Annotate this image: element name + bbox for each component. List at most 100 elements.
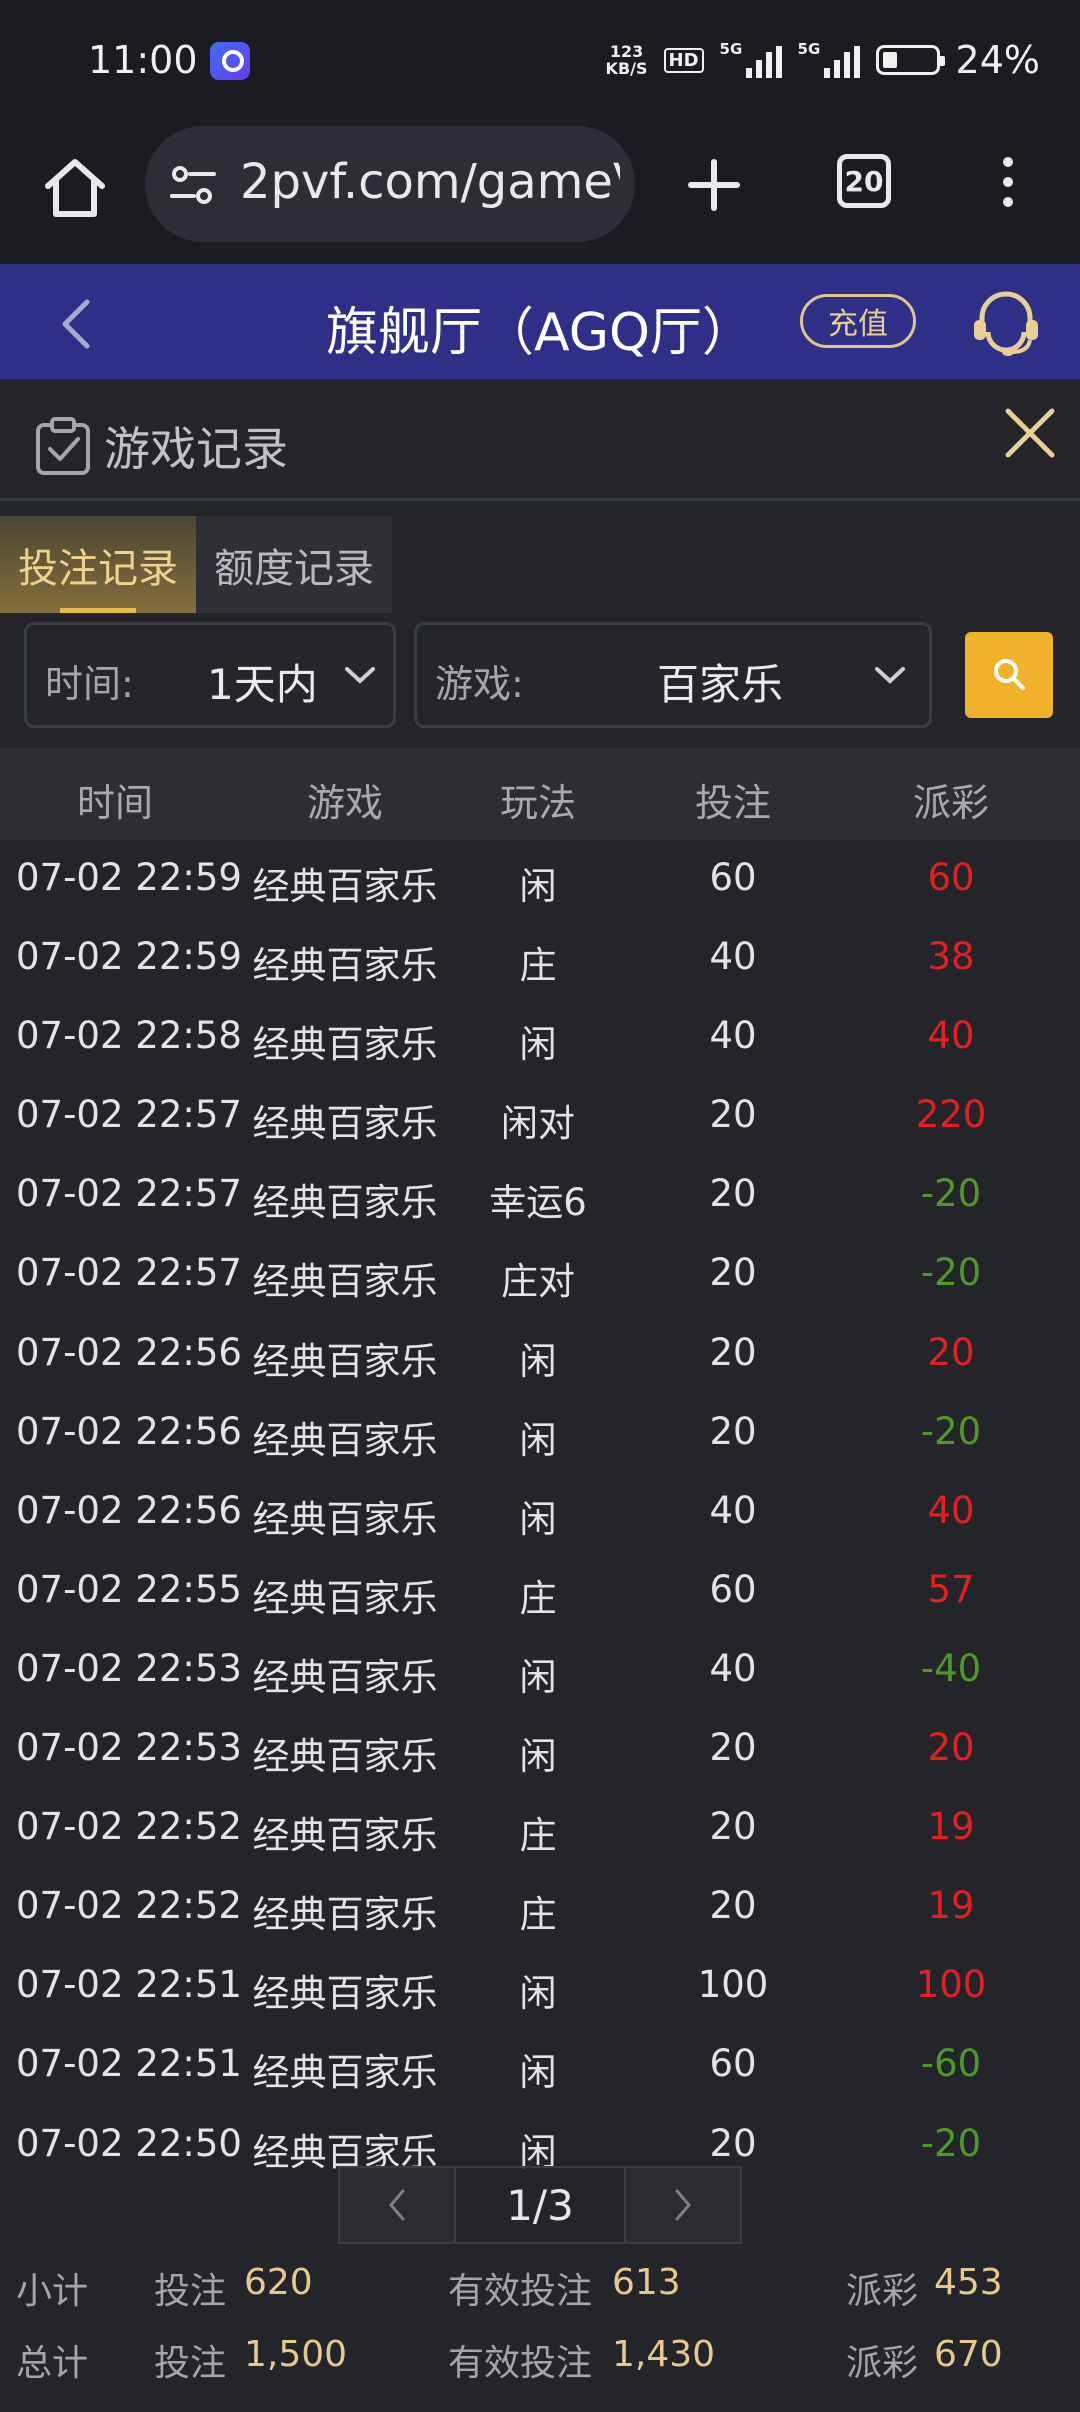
cell-bet: 20	[709, 1251, 757, 1295]
cell-game: 经典百家乐	[252, 1339, 438, 1383]
cell-game: 经典百家乐	[252, 1735, 438, 1779]
next-page-button[interactable]	[626, 2168, 740, 2242]
browser-toolbar: 2pvf.com/gameVi 20	[0, 124, 1080, 264]
cell-play: 闲	[519, 865, 557, 908]
recharge-button[interactable]: 充值	[800, 294, 916, 348]
game-filter-select[interactable]: 游戏: 百家乐	[414, 622, 932, 728]
total-valid-bet: 1,430	[612, 2334, 716, 2375]
table-row: 07-02 22:51 经典百家乐 闲 100 100	[0, 1947, 1080, 2026]
cell-play: 闲	[519, 1972, 557, 2016]
cell-game: 经典百家乐	[252, 1576, 438, 1620]
cell-time: 07-02 22:59	[16, 856, 242, 899]
cell-time: 07-02 22:57	[16, 1172, 242, 1216]
signal-icon: 5G	[720, 40, 782, 80]
cell-game: 经典百家乐	[252, 1102, 438, 1146]
cell-play: 闲	[519, 1655, 557, 1699]
cell-time: 07-02 22:59	[16, 935, 242, 979]
cell-time: 07-02 22:52	[16, 1884, 242, 1928]
more-menu-icon[interactable]	[996, 152, 1020, 212]
table-row: 07-02 22:56 经典百家乐 闲 20 -20	[0, 1394, 1080, 1473]
cell-play: 庄	[519, 1893, 557, 1937]
table-row: 07-02 22:55 经典百家乐 庄 60 57	[0, 1552, 1080, 1631]
cell-play: 闲	[519, 1418, 557, 1462]
cell-payout: 40	[927, 1488, 975, 1532]
cell-bet: 20	[709, 1093, 757, 1137]
cell-bet: 20	[709, 1330, 757, 1374]
subtotal-bet: 620	[244, 2262, 313, 2303]
chevron-down-icon	[875, 667, 905, 684]
tab-switcher-button[interactable]: 20	[837, 154, 891, 208]
cell-bet: 20	[709, 1726, 757, 1770]
chevron-left-icon	[389, 2189, 405, 2221]
cell-bet: 20	[709, 1884, 757, 1928]
cell-play: 庄对	[501, 1260, 575, 1304]
table-row: 07-02 22:59 经典百家乐 闲 60 60	[0, 840, 1080, 919]
cell-payout: -20	[920, 1251, 982, 1295]
panel-title: 游戏记录	[104, 422, 288, 476]
time-filter-value: 1天内	[207, 660, 318, 709]
cell-payout: 220	[915, 1093, 987, 1137]
site-settings-icon[interactable]	[168, 160, 218, 210]
cell-bet: 20	[709, 1172, 757, 1216]
total-payout: 670	[934, 2334, 1003, 2375]
close-icon[interactable]	[1000, 403, 1060, 463]
search-button[interactable]	[965, 632, 1053, 718]
table-row: 07-02 22:56 经典百家乐 闲 20 20	[0, 1315, 1080, 1394]
network-speed: 123 KB/S	[605, 42, 648, 78]
cell-game: 经典百家乐	[252, 1655, 438, 1699]
cell-play: 幸运6	[489, 1181, 587, 1225]
cell-play: 闲	[519, 1497, 557, 1541]
cell-payout: 19	[927, 1884, 975, 1928]
cell-game: 经典百家乐	[252, 1972, 438, 2016]
customer-service-icon[interactable]	[968, 286, 1044, 362]
table-row: 07-02 22:57 经典百家乐 幸运6 20 -20	[0, 1156, 1080, 1235]
cell-game: 经典百家乐	[252, 944, 438, 988]
tab-bet-records[interactable]: 投注记录	[0, 516, 196, 613]
cell-payout: 100	[915, 1963, 987, 2007]
prev-page-button[interactable]	[340, 2168, 454, 2242]
cell-game: 经典百家乐	[252, 1497, 438, 1541]
cell-bet: 40	[709, 1488, 757, 1532]
cell-game: 经典百家乐	[252, 1260, 438, 1304]
cell-payout: -20	[920, 1409, 982, 1453]
page-header: 旗舰厅（AGQ厅） 充值	[0, 264, 1080, 379]
status-time: 11:00	[88, 38, 198, 82]
cell-time: 07-02 22:51	[16, 2042, 242, 2086]
cell-game: 经典百家乐	[252, 1418, 438, 1462]
subtotal-payout: 453	[934, 2262, 1003, 2303]
cell-payout: 60	[927, 856, 975, 899]
table-row: 07-02 22:56 经典百家乐 闲 40 40	[0, 1473, 1080, 1552]
cell-time: 07-02 22:51	[16, 1963, 242, 2007]
table-row: 07-02 22:57 经典百家乐 庄对 20 -20	[0, 1235, 1080, 1314]
cell-play: 闲	[519, 2051, 557, 2095]
cell-play: 闲对	[501, 1102, 575, 1146]
table-row: 07-02 22:51 经典百家乐 闲 60 -60	[0, 2026, 1080, 2105]
app-notification-icon	[210, 42, 250, 80]
cell-bet: 40	[709, 935, 757, 979]
home-icon[interactable]	[40, 154, 110, 224]
cell-time: 07-02 22:55	[16, 1567, 242, 1611]
cell-play: 闲	[519, 1735, 557, 1779]
battery-percent: 24%	[955, 38, 1040, 82]
cell-payout: 57	[927, 1567, 975, 1611]
status-bar: 11:00 123 KB/S HD 5G 5G 24%	[0, 0, 1080, 124]
bet-records-table: 07-02 22:59 经典百家乐闲 60 60 07-02 22:59 经典百家乐庄 40…	[0, 840, 1080, 2185]
new-tab-icon[interactable]	[683, 154, 745, 216]
cell-time: 07-02 22:57	[16, 1251, 242, 1295]
table-row: 07-02 22:53 经典百家乐 闲 20 20	[0, 1710, 1080, 1789]
cell-bet: 40	[709, 1014, 757, 1058]
table-row: 07-02 22:57 经典百家乐 闲对 20 220	[0, 1077, 1080, 1156]
tab-credit-records[interactable]: 额度记录	[196, 516, 392, 613]
cell-bet: 60	[709, 856, 757, 899]
game-record-panel-header: 游戏记录	[0, 379, 1080, 501]
hd-voice-icon: HD	[663, 47, 704, 73]
cell-game: 经典百家乐	[252, 865, 438, 908]
cell-time: 07-02 22:50	[16, 2121, 242, 2165]
cell-time: 07-02 22:57	[16, 1093, 242, 1137]
table-row: 07-02 22:59 经典百家乐 庄 40 38	[0, 919, 1080, 998]
subtotal-valid-bet: 613	[612, 2262, 681, 2303]
url-text[interactable]: 2pvf.com/gameVi	[240, 154, 620, 210]
time-filter-select[interactable]: 时间: 1天内	[24, 622, 396, 728]
chevron-down-icon	[345, 667, 375, 684]
cell-time: 07-02 22:53	[16, 1726, 242, 1770]
